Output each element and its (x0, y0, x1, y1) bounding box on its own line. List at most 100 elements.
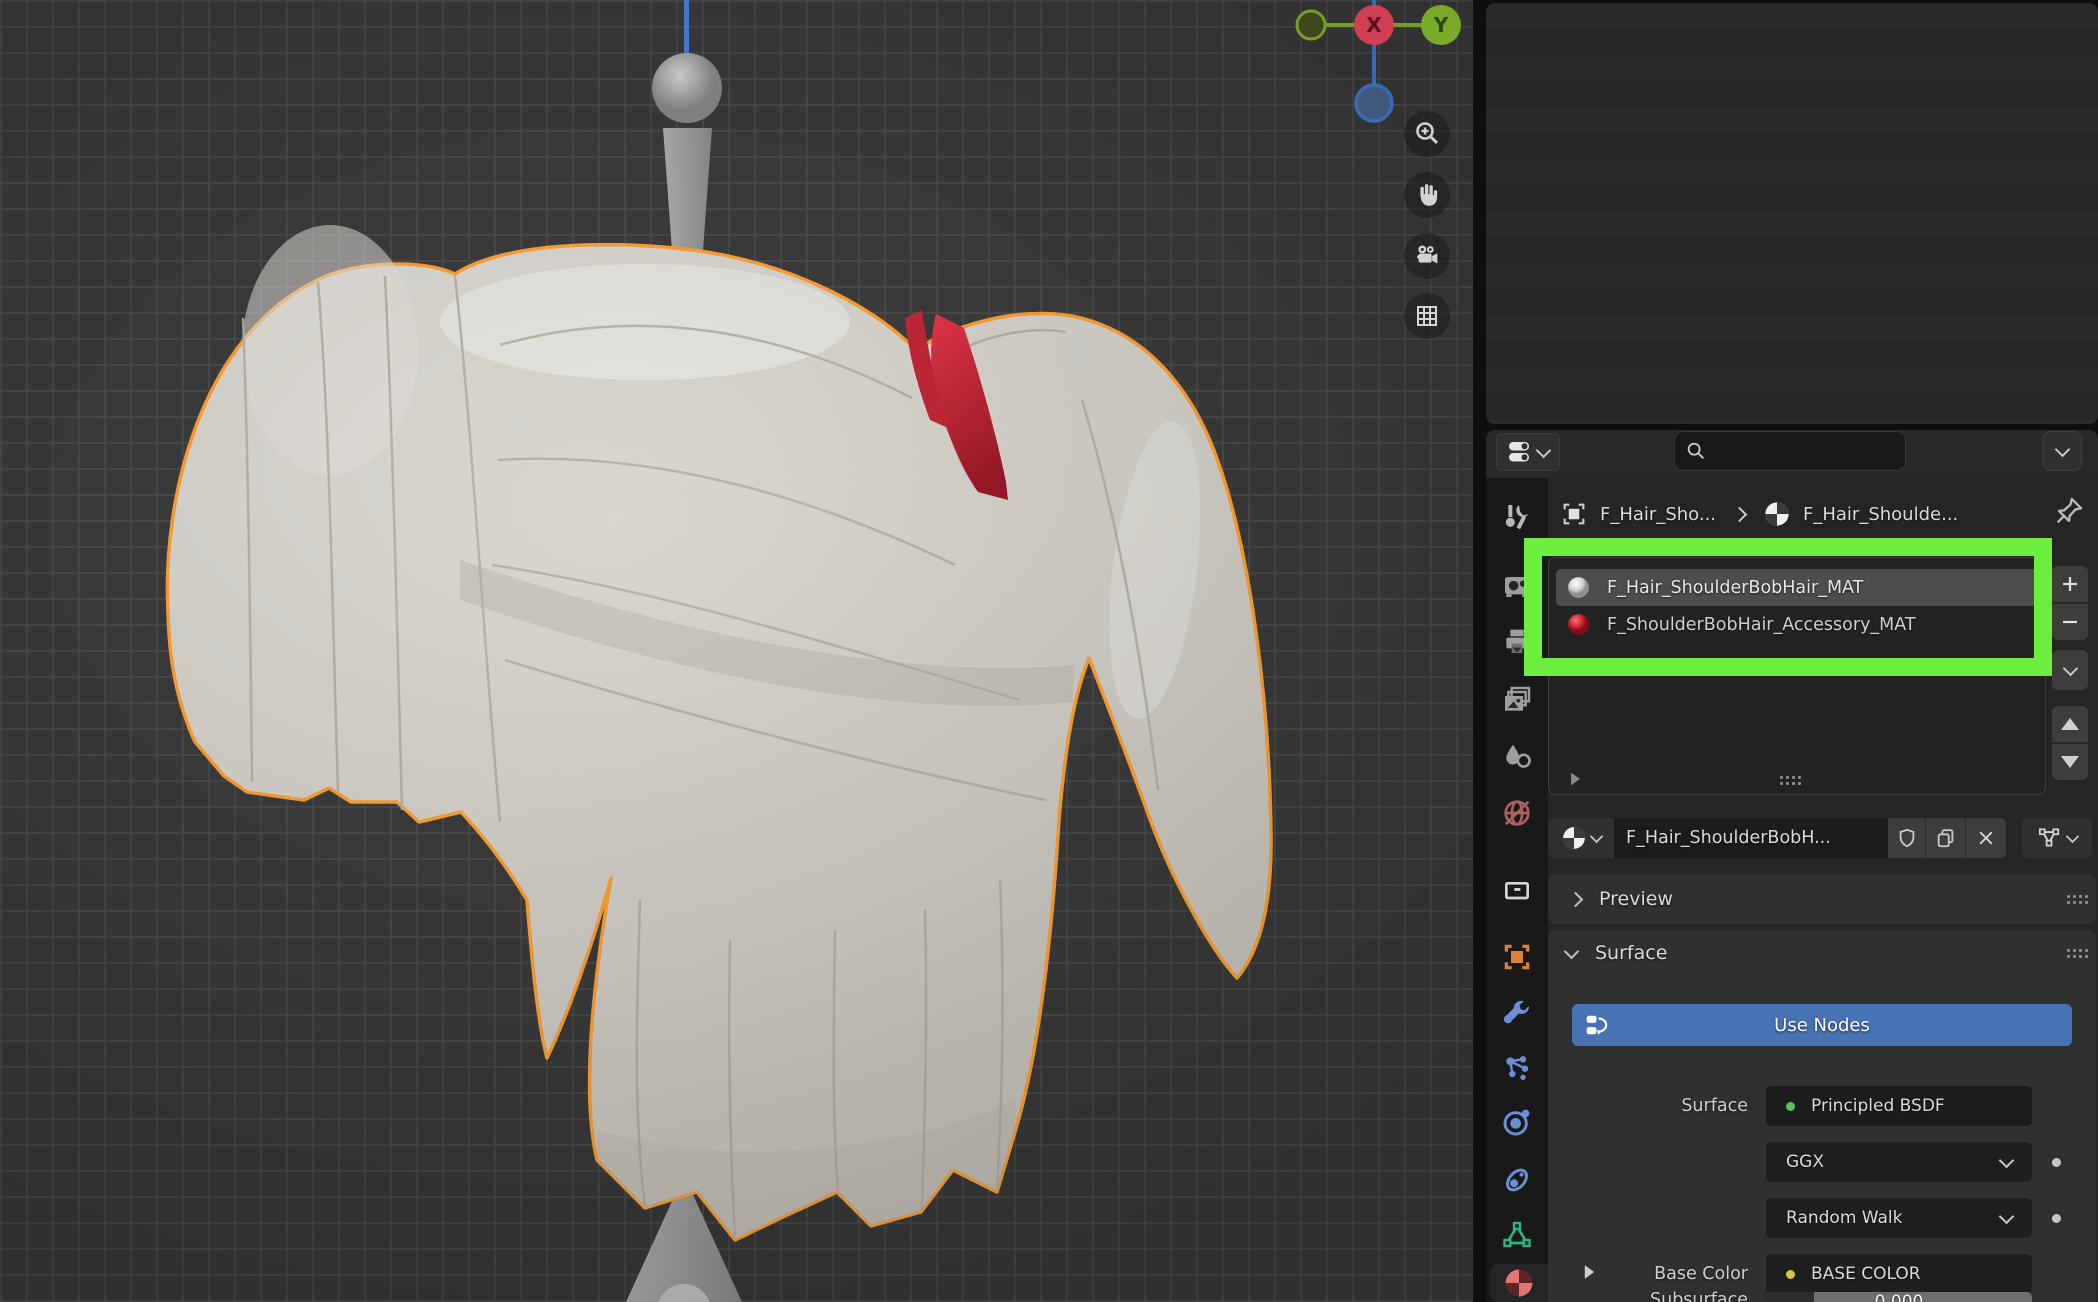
tab-object-data[interactable] (1495, 1213, 1539, 1257)
subsurface-slider[interactable]: 0.000 (1766, 1292, 2032, 1302)
material-sphere-icon (1561, 825, 1587, 851)
fake-user-button[interactable] (1888, 818, 1926, 858)
color-socket-dot (1786, 1270, 1795, 1279)
material-name-value: F_Hair_ShoulderBobH... (1626, 828, 1831, 848)
base-color-field[interactable]: BASE COLOR (1766, 1254, 2032, 1294)
constraints-icon (1501, 1164, 1533, 1196)
breadcrumb: F_Hair_Sho... F_Hair_Shoulde... (1560, 500, 1958, 528)
chevron-down-icon (2054, 441, 2070, 457)
new-material-button[interactable] (1926, 818, 1966, 858)
slider-socket-segment (1766, 1292, 1814, 1302)
camera-view-icon (1412, 241, 1442, 271)
properties-editor-icon (1507, 439, 1535, 465)
use-nodes-label: Use Nodes (1774, 1015, 1870, 1036)
distribution-value: GGX (1786, 1152, 1824, 1172)
material-slot-row[interactable]: F_ShoulderBobHair_Accessory_MAT (1556, 606, 2038, 643)
outliner-area-empty[interactable] (1486, 3, 2098, 424)
use-nodes-icon (1584, 1012, 1610, 1038)
tab-render[interactable] (1495, 563, 1539, 607)
use-nodes-button[interactable]: Use Nodes (1572, 1004, 2072, 1046)
breadcrumb-object[interactable]: F_Hair_Sho... (1600, 504, 1716, 525)
list-resize-grip[interactable] (1780, 776, 1783, 779)
tab-view-layer[interactable] (1495, 678, 1539, 722)
shield-icon (1896, 827, 1918, 849)
search-input[interactable] (1674, 431, 1906, 471)
minus-icon (2061, 613, 2079, 631)
browse-material-button[interactable] (1548, 818, 1614, 858)
panel-surface-title: Surface (1595, 942, 1667, 964)
panel-drag-grip[interactable] (2067, 895, 2070, 898)
pin-id-icon[interactable] (2052, 494, 2086, 528)
pan-button[interactable] (1404, 172, 1450, 218)
panel-surface-header[interactable]: Surface (1548, 930, 2096, 976)
base-color-label: Base Color (1654, 1264, 1748, 1284)
object-data-icon (1501, 1219, 1533, 1251)
link-material-dropdown[interactable] (2022, 818, 2092, 858)
close-icon (1976, 828, 1996, 848)
ortho-grid-button[interactable] (1404, 293, 1450, 339)
zoom-in-icon (1412, 119, 1442, 149)
material-slot-row-selected[interactable]: F_Hair_ShoulderBobHair_MAT (1556, 569, 2038, 606)
editor-type-button[interactable] (1496, 433, 1560, 471)
subsurface-label: Subsurface (1650, 1290, 1748, 1302)
move-slot-up-button[interactable] (2052, 706, 2088, 743)
panel-drag-grip[interactable] (2067, 949, 2070, 952)
tab-tool[interactable] (1495, 495, 1539, 539)
particles-icon (1501, 1052, 1533, 1084)
decorator-dot[interactable] (2052, 1214, 2061, 1223)
material-slot-name: F_ShoulderBobHair_Accessory_MAT (1607, 615, 1916, 635)
unlink-material-button[interactable] (1966, 818, 2006, 858)
tab-particles[interactable] (1495, 1046, 1539, 1090)
tab-constraints[interactable] (1495, 1158, 1539, 1202)
render-camera-icon (1501, 569, 1533, 601)
distribution-dropdown[interactable]: GGX (1766, 1142, 2032, 1182)
chevron-down-icon (1536, 443, 1552, 459)
tab-collection[interactable] (1495, 868, 1539, 912)
grid-ortho-icon (1412, 301, 1442, 331)
chevron-down-icon (2066, 830, 2079, 843)
material-slot-name: F_Hair_ShoulderBobHair_MAT (1607, 578, 1863, 598)
camera-view-button[interactable] (1404, 233, 1450, 279)
list-filter-expand-icon[interactable] (1571, 773, 1580, 786)
material-specials-button[interactable] (2052, 650, 2088, 690)
panel-collapsed-icon (1568, 891, 1584, 907)
plus-icon (2061, 575, 2079, 593)
breadcrumb-material[interactable]: F_Hair_Shoulde... (1803, 504, 1958, 525)
base-color-label-cell: Base Color (1548, 1254, 1748, 1294)
header-options-button[interactable] (2042, 431, 2082, 471)
decorator-dot[interactable] (2052, 1158, 2061, 1167)
panel-preview-header[interactable]: Preview (1548, 874, 2096, 924)
chevron-down-icon (1999, 1208, 2015, 1224)
tab-physics[interactable] (1495, 1100, 1539, 1144)
breadcrumb-separator-icon (1732, 506, 1748, 522)
surface-shader-value: Principled BSDF (1811, 1096, 1945, 1116)
add-material-slot-button[interactable] (2052, 566, 2088, 603)
tab-scene[interactable] (1495, 734, 1539, 778)
axis-z-ball (1356, 85, 1392, 121)
axis-neg-y-ball (1297, 11, 1325, 39)
subsurface-value: 0.000 (1875, 1292, 1924, 1302)
nodetree-link-icon (2036, 825, 2062, 851)
material-name-field[interactable]: F_Hair_ShoulderBobH... (1614, 818, 1888, 858)
tab-world[interactable] (1495, 791, 1539, 835)
svg-text:Y: Y (1433, 13, 1449, 37)
view-axis-gizmo[interactable]: X Y (1280, 0, 1473, 130)
pan-hand-icon (1412, 180, 1442, 210)
tab-material-active[interactable] (1490, 1264, 1548, 1302)
base-color-value: BASE COLOR (1811, 1264, 1921, 1284)
scene-icon (1501, 740, 1533, 772)
material-sphere-red-icon (1566, 612, 1591, 637)
subsurface-method-dropdown[interactable]: Random Walk (1766, 1198, 2032, 1238)
tab-output[interactable] (1495, 619, 1539, 663)
tab-modifiers[interactable] (1495, 991, 1539, 1035)
move-slot-down-button[interactable] (2052, 744, 2088, 780)
viewport-3d[interactable]: X Y (0, 0, 1473, 1302)
zoom-button[interactable] (1404, 111, 1450, 157)
hair-mesh-selected[interactable] (167, 225, 1271, 1240)
surface-shader-field[interactable]: Principled BSDF (1766, 1086, 2032, 1126)
chevron-down-icon (1999, 1152, 2015, 1168)
remove-material-slot-button[interactable] (2052, 604, 2088, 640)
surface-label-cell: Surface (1548, 1086, 1748, 1126)
tab-object[interactable] (1495, 935, 1539, 979)
material-sphere-icon (1502, 1266, 1536, 1300)
